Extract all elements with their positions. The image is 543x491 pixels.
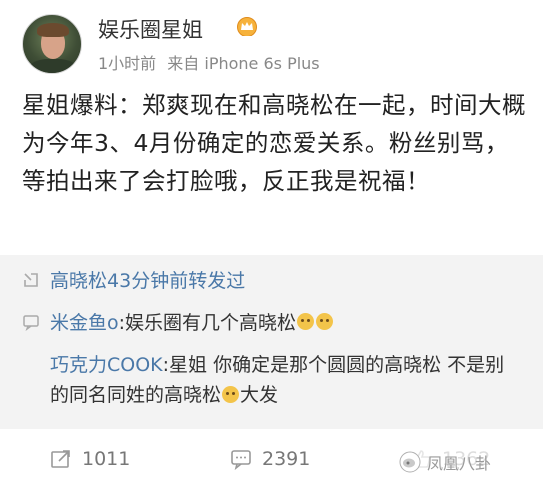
repost-button[interactable]: 1011 <box>50 448 130 470</box>
action-bar: 1011 2391 1362 凤凰八卦 <box>0 438 543 491</box>
watermark-text: 凤凰八卦 <box>427 454 492 473</box>
comment-user[interactable]: 巧克力COOK <box>50 354 163 376</box>
smile-emoji-icon <box>222 386 240 403</box>
comment-text: :娱乐圈有几个高晓松 <box>118 312 297 334</box>
post-header: 娱乐圈星姐 1小时前 来自 iPhone 6s Plus <box>0 0 543 88</box>
comment-text-tail: 大发 <box>240 384 279 406</box>
post-body: 星姐爆料：郑爽现在和高晓松在一起，时间大概为今年3、4月份确定的恋爱关系。粉丝别… <box>22 91 526 195</box>
comment-icon <box>23 314 39 331</box>
share-icon <box>51 450 70 468</box>
repost-time: 43分钟前转发过 <box>107 270 246 292</box>
smile-emoji-icon <box>297 313 315 330</box>
repost-user[interactable]: 高晓松 <box>50 266 107 293</box>
repost-count: 1011 <box>82 448 131 470</box>
username[interactable]: 娱乐圈星姐 <box>98 14 203 44</box>
comment-user[interactable]: 米金鱼o <box>50 308 119 335</box>
weibo-logo-icon <box>399 451 421 473</box>
repost-tag-icon <box>24 272 38 287</box>
avatar[interactable] <box>22 14 82 74</box>
post-source[interactable]: 来自 iPhone 6s Plus <box>167 54 319 73</box>
post-time: 1小时前 <box>98 54 157 73</box>
comment-item[interactable]: 米金鱼o :娱乐圈有几个高晓松 <box>22 308 334 335</box>
comment-count: 2391 <box>262 448 311 470</box>
post-meta: 1小时前 来自 iPhone 6s Plus <box>98 50 326 74</box>
repost-info[interactable]: 高晓松 43分钟前转发过 <box>22 266 245 293</box>
comment-button[interactable]: 2391 <box>230 448 310 470</box>
comment-icon <box>231 450 251 470</box>
crown-icon <box>237 17 257 36</box>
comment-item[interactable]: 巧克力COOK:星姐 你确定是那个圆圆的高晓松 不是别的同名同姓的高晓松 大发 <box>50 350 520 410</box>
smile-emoji-icon <box>316 313 334 330</box>
watermark: 凤凰八卦 <box>395 448 496 476</box>
